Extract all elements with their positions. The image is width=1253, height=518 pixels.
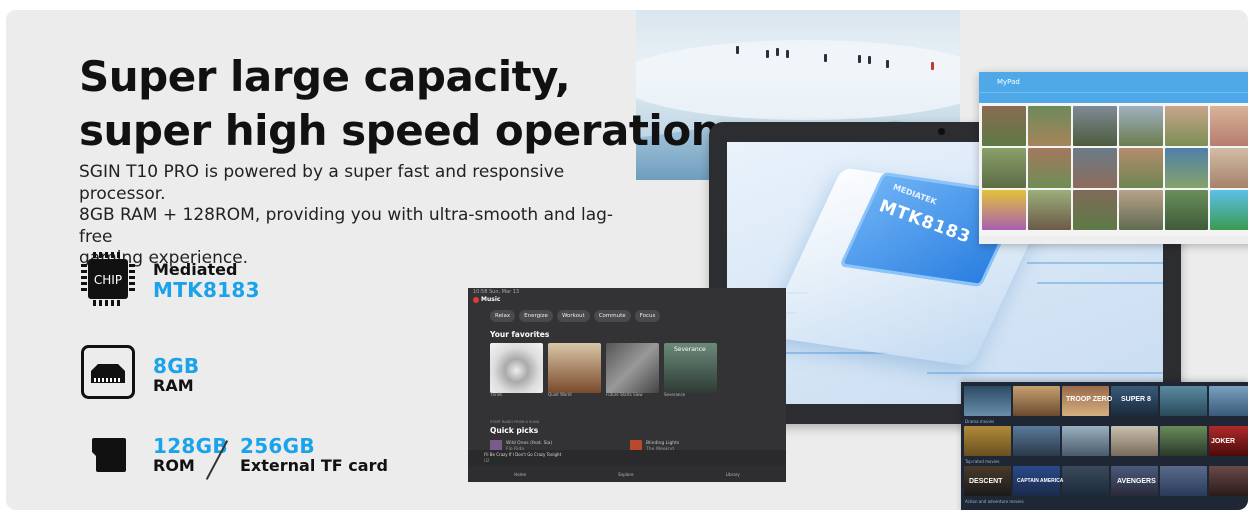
quick-picks-heading: Quick picks — [490, 426, 539, 435]
product-description: SGIN T10 PRO is powered by a super fast … — [79, 162, 639, 270]
music-logo: Music — [473, 296, 500, 303]
photo-thumbnail[interactable] — [982, 190, 1026, 230]
album-cover[interactable]: Severance — [664, 343, 717, 393]
movie-tile[interactable] — [1062, 466, 1109, 496]
movie-tile[interactable] — [1209, 466, 1248, 496]
chip-focus[interactable]: Focus — [634, 310, 661, 322]
chip-icon-text: CHIP — [94, 273, 122, 287]
camera-icon — [938, 128, 945, 135]
row-label: Drama movies — [965, 419, 995, 424]
row-label: Top-rated movies — [965, 459, 1000, 464]
movie-title-descent: DESCENT — [969, 478, 1003, 485]
movie-tile[interactable] — [964, 386, 1011, 416]
movie-tile[interactable] — [1013, 386, 1060, 416]
album-cover[interactable] — [548, 343, 601, 393]
quick-picks-subtitle: START RADIO FROM A SONG — [490, 420, 540, 424]
chip-icon: CHIP — [79, 250, 137, 308]
movie-title-joker: JOKER — [1211, 438, 1236, 445]
album-caption: Severance — [664, 392, 686, 397]
photo-thumbnail[interactable] — [1210, 190, 1248, 230]
movie-tile[interactable] — [1013, 426, 1060, 456]
movie-tile[interactable] — [1160, 466, 1207, 496]
movie-tile[interactable] — [1160, 426, 1207, 456]
photo-thumbnail[interactable] — [1119, 148, 1163, 188]
status-bar: 10:58 Sun, Mar 13 — [473, 289, 520, 295]
album-cover[interactable] — [606, 343, 659, 393]
product-banner: Super large capacity, super high speed o… — [6, 10, 1248, 510]
album-caption: Thrills — [490, 392, 503, 397]
chip-commute[interactable]: Commute — [593, 310, 631, 322]
movie-row — [964, 426, 1248, 456]
headline: Super large capacity, super high speed o… — [79, 50, 721, 158]
tf-card-label: External TF card — [240, 456, 388, 475]
description-line-1: SGIN T10 PRO is powered by a super fast … — [79, 162, 565, 204]
album-caption: Future Starts Slow — [606, 392, 643, 397]
track-title[interactable]: Wild Ones (feat. Sia) — [506, 441, 552, 446]
photo-thumbnail[interactable] — [1027, 190, 1072, 230]
photo-thumbnail[interactable] — [1119, 106, 1163, 146]
music-app-screen: 10:58 Sun, Mar 13 Music Relax Energize W… — [468, 288, 786, 482]
rom-value: 128GB — [153, 434, 228, 458]
movie-title-troop-zero: TROOP ZERO — [1066, 396, 1113, 403]
movie-tile[interactable] — [1111, 426, 1158, 456]
chip-workout[interactable]: Workout — [556, 310, 590, 322]
ram-card-icon — [81, 345, 135, 399]
tf-card-value: 256GB — [240, 434, 315, 458]
photo-thumbnail[interactable] — [1164, 148, 1209, 188]
track-title[interactable]: Blinding Lights — [646, 441, 679, 446]
photo-gallery-app: MyPad — [979, 72, 1248, 244]
bottom-navigation: Home Explore Library — [468, 466, 786, 482]
music-logo-icon — [473, 296, 479, 303]
photo-thumbnail[interactable] — [982, 106, 1026, 146]
album-row: Severance — [490, 343, 717, 393]
chip-relax[interactable]: Relax — [490, 310, 516, 322]
album-title-severance: Severance — [674, 346, 706, 353]
movie-tile[interactable] — [1160, 386, 1207, 416]
movie-tile[interactable] — [1209, 386, 1248, 416]
now-playing-title: I'll Be Crazy If I Don't Go Crazy Tonigh… — [484, 452, 562, 457]
description-line-2: 8GB RAM + 128ROM, providing you with ult… — [79, 205, 614, 247]
nav-home[interactable]: Home — [514, 472, 526, 477]
photo-thumbnail[interactable] — [1027, 106, 1072, 146]
nav-library[interactable]: Library — [726, 472, 740, 477]
photo-thumbnail[interactable] — [1164, 106, 1209, 146]
headline-line-2: super high speed operation — [79, 106, 721, 155]
ram-label: RAM — [153, 376, 194, 395]
nav-explore[interactable]: Explore — [618, 472, 633, 477]
movie-row — [964, 466, 1248, 496]
gallery-title: MyPad — [979, 72, 1248, 92]
movie-title-super8: SUPER 8 — [1121, 396, 1151, 403]
rom-label: ROM — [153, 456, 195, 475]
movie-title-captain-america: CAPTAIN AMERICA — [1017, 478, 1064, 484]
movie-tile[interactable] — [964, 426, 1011, 456]
chip-model-value: MTK8183 — [153, 278, 260, 302]
streaming-app-screen: TROOP ZERO SUPER 8 Drama movies Top-rate… — [961, 382, 1248, 510]
photo-thumbnail[interactable] — [1164, 190, 1209, 230]
photo-thumbnail[interactable] — [1073, 190, 1117, 230]
music-app-name: Music — [481, 296, 501, 303]
photo-grid — [979, 103, 1248, 233]
album-cover[interactable] — [490, 343, 543, 393]
photo-thumbnail[interactable] — [1210, 106, 1248, 146]
photo-thumbnail[interactable] — [1073, 106, 1117, 146]
photo-thumbnail[interactable] — [1073, 148, 1117, 188]
photo-thumbnail[interactable] — [982, 148, 1026, 188]
movie-title-avengers: AVENGERS — [1117, 478, 1156, 485]
headline-line-1: Super large capacity, — [79, 52, 571, 101]
mini-player[interactable]: I'll Be Crazy If I Don't Go Crazy Tonigh… — [468, 450, 786, 466]
now-playing-artist: U2 — [484, 458, 490, 463]
chip-brand-label: Mediated — [153, 260, 238, 279]
row-label: Action and adventure movies — [965, 499, 1024, 504]
mood-chips: Relax Energize Workout Commute Focus — [490, 310, 661, 322]
album-caption: Quiet World — [548, 392, 572, 397]
movie-tile[interactable] — [1062, 426, 1109, 456]
photo-thumbnail[interactable] — [1210, 148, 1248, 188]
photo-thumbnail[interactable] — [1119, 190, 1163, 230]
chip-energize[interactable]: Energize — [519, 310, 553, 322]
your-favorites-heading: Your favorites — [490, 330, 550, 339]
photo-thumbnail[interactable] — [1027, 148, 1072, 188]
sd-card-icon — [90, 436, 128, 474]
ram-value: 8GB — [153, 354, 200, 378]
